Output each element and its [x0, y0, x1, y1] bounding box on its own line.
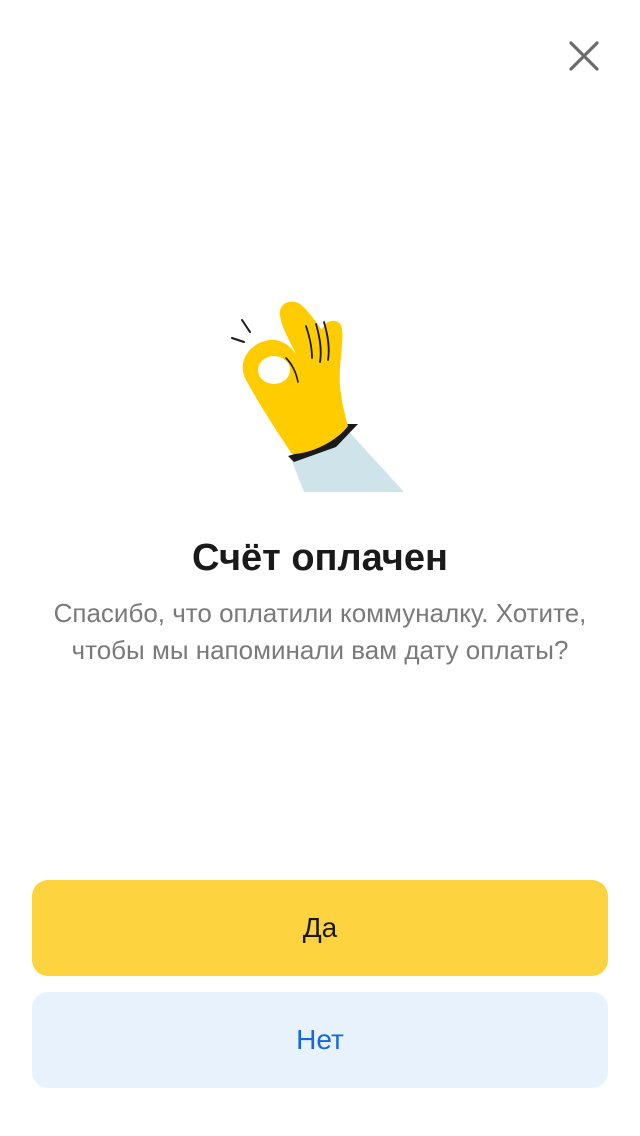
- no-button[interactable]: Нет: [32, 992, 608, 1088]
- ok-hand-illustration: [231, 301, 404, 492]
- yes-button-label: Да: [302, 912, 338, 943]
- payment-success-screen: Счёт оплачен Спасибо, что оплатили комму…: [0, 0, 640, 1136]
- yes-button[interactable]: Да: [32, 880, 608, 976]
- reminder-prompt-text: Спасибо, что оплатили коммуналку. Хотите…: [53, 598, 587, 665]
- close-icon: [569, 41, 599, 71]
- no-button-label: Нет: [296, 1024, 344, 1055]
- close-button[interactable]: [560, 32, 608, 80]
- page-title: Счёт оплачен: [192, 537, 448, 579]
